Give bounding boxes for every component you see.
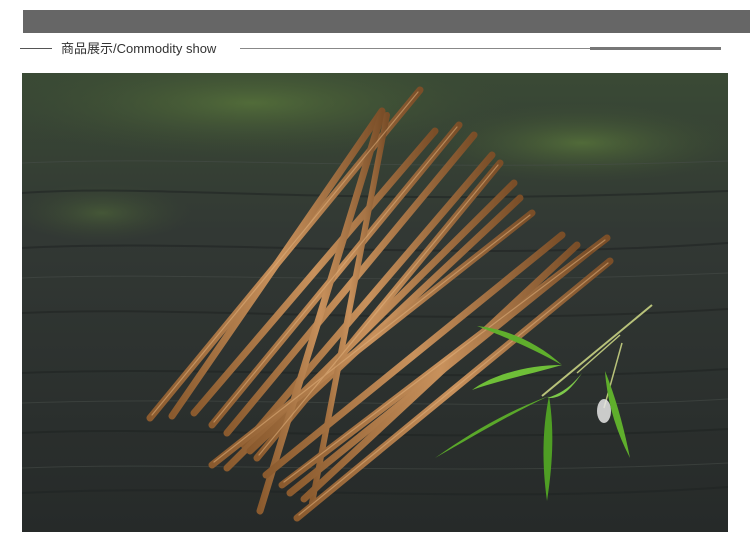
product-showcase-page: 商品展示/Commodity show: [0, 0, 750, 543]
dust-speck: [597, 399, 611, 423]
section-header: 商品展示/Commodity show: [0, 38, 750, 60]
top-banner-bar: [23, 10, 750, 33]
section-title: 商品展示/Commodity show: [61, 41, 217, 56]
chopsticks-photo-svg: [22, 73, 728, 532]
header-rule-accent: [590, 47, 721, 50]
product-photo: [22, 73, 728, 532]
header-rule-left: [20, 48, 52, 49]
